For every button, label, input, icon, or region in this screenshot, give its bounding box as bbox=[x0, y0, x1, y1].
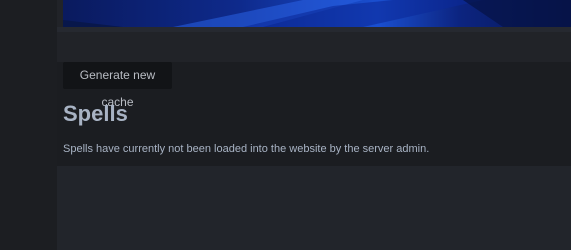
page-title: Spells bbox=[63, 101, 128, 126]
empty-content-area bbox=[57, 166, 571, 250]
left-sidebar bbox=[0, 0, 57, 250]
spells-not-loaded-notice: Spells have currently not been loaded in… bbox=[63, 143, 430, 155]
generate-cache-button[interactable]: Generate new cache bbox=[63, 62, 172, 109]
banner-artwork bbox=[63, 0, 571, 27]
header-banner-image bbox=[63, 0, 571, 27]
toolbar-band bbox=[57, 32, 571, 62]
